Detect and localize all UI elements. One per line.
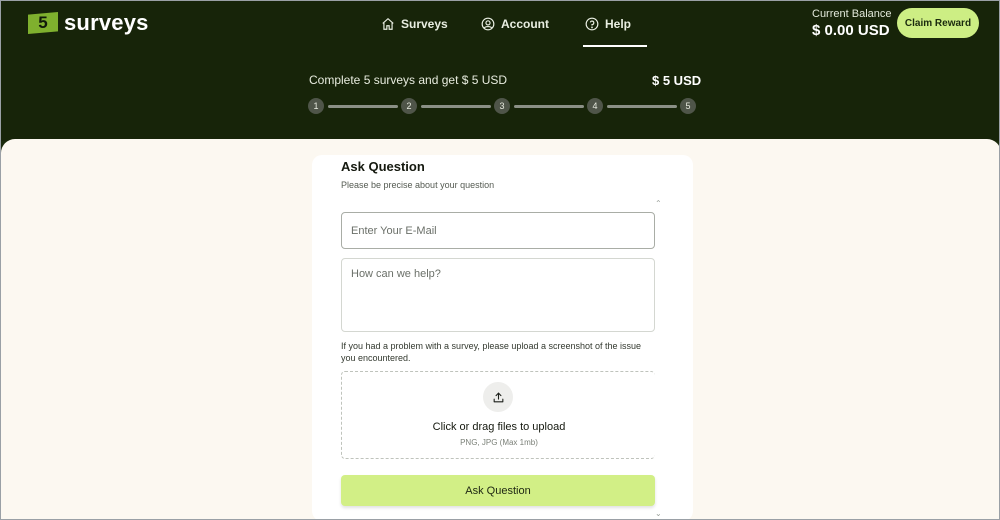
ask-question-button[interactable]: Ask Question [341,475,655,506]
email-field[interactable] [341,212,655,249]
logo-badge: 5 [28,12,58,34]
claim-reward-button[interactable]: Claim Reward [897,8,979,38]
form-subtitle: Please be precise about your question [341,180,495,190]
home-icon [382,17,394,30]
nav-help-label: Help [605,17,632,31]
progress-step-3: 3 [494,98,510,114]
nav-surveys[interactable]: Surveys [381,1,448,47]
scroll-down-icon[interactable]: ⌄ [655,509,662,518]
help-circle-icon [585,17,599,31]
user-circle-icon [481,17,495,31]
step-connector [328,105,398,108]
progress-text: Complete 5 surveys and get $ 5 USD [309,73,508,87]
step-connector [607,105,677,108]
balance-value: $ 0.00 USD [812,22,890,39]
nav-surveys-label: Surveys [401,17,448,31]
balance: Current Balance $ 0.00 USD [812,8,892,39]
scroll-up-icon[interactable]: ⌃ [655,199,662,208]
progress-step-2: 2 [401,98,417,114]
progress-step-4: 4 [587,98,603,114]
progress-steps: 1 2 3 4 5 [308,98,698,114]
header: 5 surveys Surveys Account Help Current B… [1,1,999,141]
upload-title: Click or drag files to upload [432,421,566,433]
nav-account-label: Account [501,17,549,31]
upload-icon-button[interactable] [483,382,513,412]
upload-icon [493,392,503,402]
balance-label: Current Balance [812,8,892,20]
nav-account[interactable]: Account [481,1,549,47]
progress-step-5: 5 [680,98,696,114]
logo-text: surveys [64,10,149,35]
step-connector [421,105,491,108]
logo[interactable]: 5 surveys [28,10,149,36]
step-connector [514,105,584,108]
upload-subtitle: PNG, JPG (Max 1mb) [460,438,538,447]
progress-step-1: 1 [308,98,324,114]
message-textarea[interactable] [341,258,655,332]
app-window: 5 surveys Surveys Account Help Current B… [0,0,1000,520]
progress-reward: $ 5 USD [652,73,702,88]
ask-question-card [312,155,693,519]
nav-help[interactable]: Help [582,1,648,47]
file-dropzone[interactable]: Click or drag files to upload PNG, JPG (… [341,371,655,459]
form-title: Ask Question [341,159,425,174]
upload-note: If you had a problem with a survey, plea… [341,341,642,363]
